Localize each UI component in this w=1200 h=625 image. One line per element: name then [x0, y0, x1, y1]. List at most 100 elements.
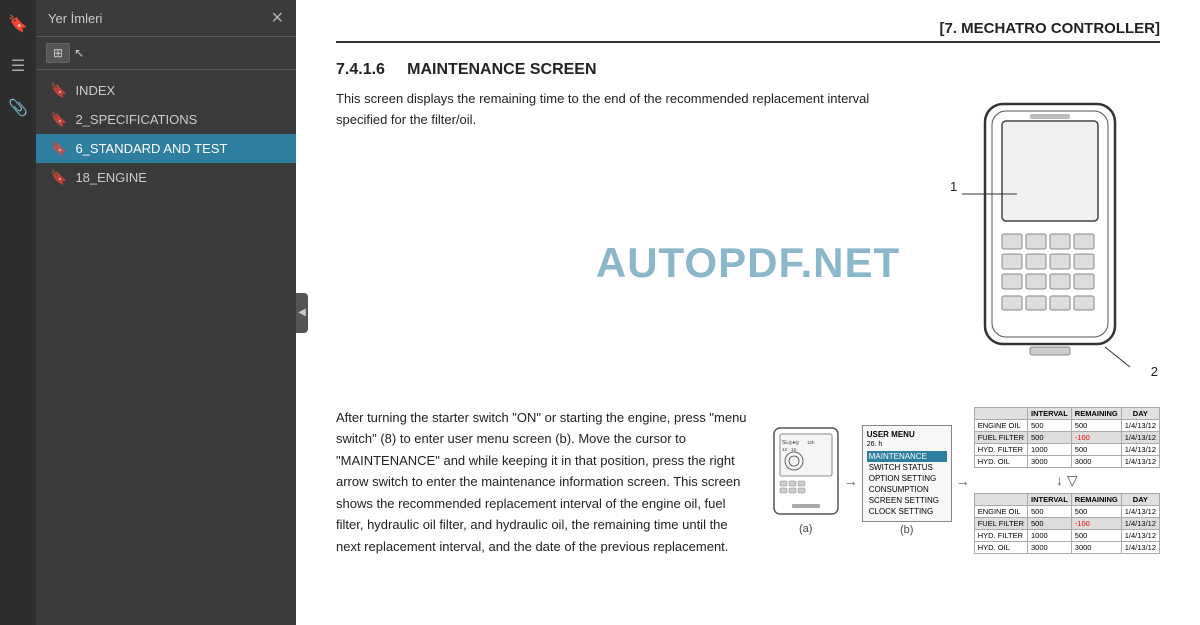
bookmark-item-specs[interactable]: 🔖 2_SPECIFICATIONS — [36, 105, 296, 134]
table2-row0-remaining: 500 — [1071, 506, 1121, 518]
bookmark-item-index[interactable]: 🔖 INDEX — [36, 76, 296, 105]
layers-panel-icon[interactable]: ☰ — [7, 52, 29, 80]
table1-row0-interval: 500 — [1027, 420, 1071, 432]
bookmark-icon-specs: 🔖 — [50, 111, 67, 128]
table2-row2-interval: 1000 — [1027, 530, 1071, 542]
table1-row2-day: 1/4/13/12 — [1121, 444, 1159, 456]
table1-row-1: FUEL FILTER 500 -100 1/4/13/12 — [974, 432, 1159, 444]
table1-col-interval: INTERVAL — [1027, 408, 1071, 420]
table2-col-day: DAY — [1121, 494, 1159, 506]
screen-a-svg: SL◎♦◎ 12 · 1S 12h — [772, 426, 840, 516]
sidebar-toolbar: ⊞ ↖ — [36, 37, 296, 70]
table2-row3-day: 1/4/13/12 — [1121, 542, 1159, 554]
table1-row2-interval: 1000 — [1027, 444, 1071, 456]
bookmark-label-engine: 18_ENGINE — [75, 170, 147, 185]
table1-row3-interval: 3000 — [1027, 456, 1071, 468]
table2-row-3: HYD. OIL 3000 3000 1/4/13/12 — [974, 542, 1159, 554]
table1-row1-day: 1/4/13/12 — [1121, 432, 1159, 444]
table1-row-0: ENGINE OIL 500 500 1/4/13/12 — [974, 420, 1159, 432]
table2-row-2: HYD. FILTER 1000 500 1/4/13/12 — [974, 530, 1159, 542]
bookmark-icon-index: 🔖 — [50, 82, 67, 99]
table1-row1-name: FUEL FILTER — [974, 432, 1027, 444]
diagram-label-2: 2 — [1151, 364, 1158, 379]
page-header: [7. MECHATRO CONTROLLER] — [336, 20, 1160, 43]
icon-panel: 🔖 ☰ 📎 — [0, 0, 36, 625]
table1-container: INTERVAL REMAINING DAY ENGINE OIL 500 50… — [974, 407, 1160, 554]
user-menu-item-option: OPTION SETTING — [867, 473, 947, 484]
user-menu-item-switch: SWITCH STATUS — [867, 462, 947, 473]
table1-col-name — [974, 408, 1027, 420]
svg-text:SL◎♦◎: SL◎♦◎ — [782, 440, 800, 446]
bookmarks-panel-icon[interactable]: 🔖 — [4, 10, 32, 38]
arrow-down: ↓ ▽ — [974, 472, 1160, 489]
content-row-top: This screen displays the remaining time … — [336, 89, 1160, 389]
toolbar-menu-button[interactable]: ⊞ — [46, 43, 70, 63]
table2-row1-interval: 500 — [1027, 518, 1071, 530]
bookmark-item-standard[interactable]: 🔖 6_STANDARD AND TEST — [36, 134, 296, 163]
attach-panel-icon[interactable]: 📎 — [4, 94, 32, 122]
table1-row1-remaining: -100 — [1071, 432, 1121, 444]
table2-row1-day: 1/4/13/12 — [1121, 518, 1159, 530]
table2-row3-interval: 3000 — [1027, 542, 1071, 554]
diagram-label-1: 1 — [950, 179, 957, 194]
collapse-sidebar-handle[interactable]: ◀ — [296, 293, 308, 333]
table1-row-2: HYD. FILTER 1000 500 1/4/13/12 — [974, 444, 1159, 456]
table2-row3-remaining: 3000 — [1071, 542, 1121, 554]
table2-row-1: FUEL FILTER 500 -100 1/4/13/12 — [974, 518, 1159, 530]
arrow-to-table: → — [956, 473, 970, 489]
table2-row0-day: 1/4/13/12 — [1121, 506, 1159, 518]
user-menu-item-maintenance: MAINTENANCE — [867, 451, 947, 462]
svg-text:12 · 1S: 12 · 1S — [782, 447, 797, 452]
user-menu-item-screen: SCREEN SETTING — [867, 495, 947, 506]
table1-row3-day: 1/4/13/12 — [1121, 456, 1159, 468]
bottom-row: After turning the starter switch "ON" or… — [336, 407, 1160, 557]
table1-row2-remaining: 500 — [1071, 444, 1121, 456]
table1-row1-interval: 500 — [1027, 432, 1071, 444]
table1-row2-name: HYD. FILTER — [974, 444, 1027, 456]
bookmark-icon-standard: 🔖 — [50, 140, 67, 157]
user-menu-header: USER MENU — [867, 430, 947, 439]
section-heading: MAINTENANCE SCREEN — [407, 61, 596, 78]
bookmark-list: 🔖 INDEX 🔖 2_SPECIFICATIONS 🔖 6_STANDARD … — [36, 70, 296, 625]
device-illustration — [950, 99, 1150, 389]
section-title: 7.4.1.6 MAINTENANCE SCREEN — [336, 61, 1160, 79]
table1-col-remaining: REMAINING — [1071, 408, 1121, 420]
section-number: 7.4.1.6 — [336, 61, 385, 78]
cursor-indicator: ↖ — [74, 46, 84, 60]
bookmark-label-index: INDEX — [75, 83, 115, 98]
table1-row0-name: ENGINE OIL — [974, 420, 1027, 432]
table2-row1-name: FUEL FILTER — [974, 518, 1027, 530]
table1-row3-name: HYD. OIL — [974, 456, 1027, 468]
table1-col-day: DAY — [1121, 408, 1159, 420]
table2-col-remaining: REMAINING — [1071, 494, 1121, 506]
table1-row0-day: 1/4/13/12 — [1121, 420, 1159, 432]
user-menu-hours: 26. h — [867, 441, 947, 448]
sidebar: Yer İmleri ✕ ⊞ ↖ 🔖 INDEX 🔖 2_SPECIFICATI… — [36, 0, 296, 625]
svg-text:12h: 12h — [807, 440, 815, 445]
bookmark-item-engine[interactable]: 🔖 18_ENGINE — [36, 163, 296, 192]
table2-row1-remaining: -100 — [1071, 518, 1121, 530]
sidebar-close-button[interactable]: ✕ — [271, 8, 284, 28]
bookmark-label-specs: 2_SPECIFICATIONS — [75, 112, 197, 127]
maintenance-table-2: INTERVAL REMAINING DAY ENGINE OIL 500 50… — [974, 493, 1160, 554]
table1-row0-remaining: 500 — [1071, 420, 1121, 432]
table1-row-3: HYD. OIL 3000 3000 1/4/13/12 — [974, 456, 1159, 468]
table2-row3-name: HYD. OIL — [974, 542, 1027, 554]
table2-row0-interval: 500 — [1027, 506, 1071, 518]
user-menu-item-consumption: CONSUMPTION — [867, 484, 947, 495]
screen-a-container: SL◎♦◎ 12 · 1S 12h — [772, 426, 840, 535]
device-diagram: 1 — [940, 89, 1160, 389]
bookmark-label-standard: 6_STANDARD AND TEST — [75, 141, 227, 156]
main-content: [7. MECHATRO CONTROLLER] 7.4.1.6 MAINTEN… — [296, 0, 1200, 625]
table2-row2-day: 1/4/13/12 — [1121, 530, 1159, 542]
user-menu-container: USER MENU 26. h MAINTENANCE SWITCH STATU… — [862, 425, 952, 536]
user-menu-item-clock: CLOCK SETTING — [867, 506, 947, 517]
detail-text: After turning the starter switch "ON" or… — [336, 407, 752, 557]
label1-arrow — [962, 187, 1022, 201]
table2-row2-remaining: 500 — [1071, 530, 1121, 542]
sidebar-title: Yer İmleri — [48, 11, 102, 26]
label-b: (b) — [862, 524, 952, 536]
intro-text: This screen displays the remaining time … — [336, 89, 920, 389]
sidebar-header: Yer İmleri ✕ — [36, 0, 296, 37]
table2-row-0: ENGINE OIL 500 500 1/4/13/12 — [974, 506, 1159, 518]
